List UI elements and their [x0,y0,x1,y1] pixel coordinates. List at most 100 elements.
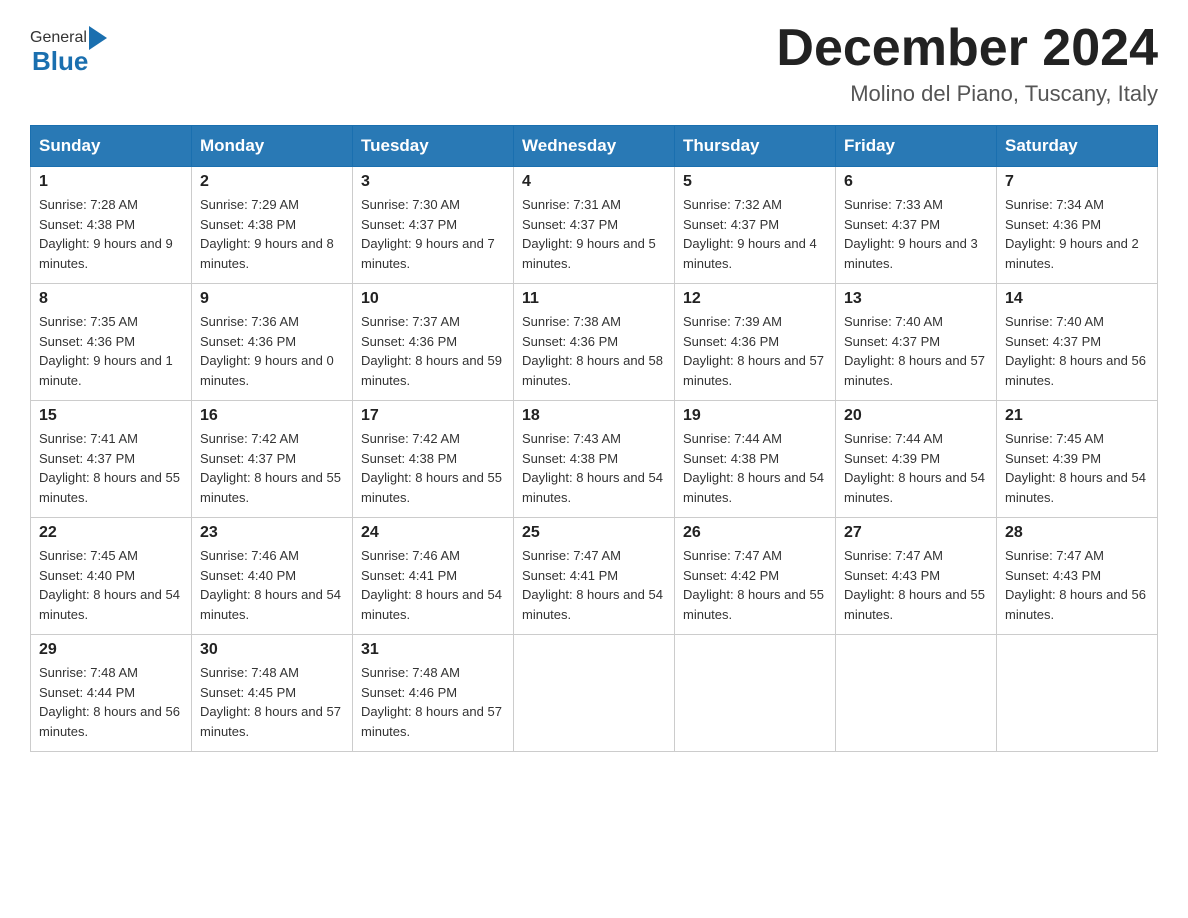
day-info: Sunrise: 7:47 AM Sunset: 4:43 PM Dayligh… [844,546,988,624]
logo-blue-text: Blue [30,46,107,77]
day-number: 9 [200,290,344,308]
calendar-cell: 30 Sunrise: 7:48 AM Sunset: 4:45 PM Dayl… [192,635,353,752]
calendar-week-row: 29 Sunrise: 7:48 AM Sunset: 4:44 PM Dayl… [31,635,1158,752]
col-header-saturday: Saturday [997,126,1158,167]
day-number: 29 [39,641,183,659]
calendar-cell: 4 Sunrise: 7:31 AM Sunset: 4:37 PM Dayli… [514,167,675,284]
calendar-cell: 20 Sunrise: 7:44 AM Sunset: 4:39 PM Dayl… [836,401,997,518]
day-number: 11 [522,290,666,308]
day-number: 24 [361,524,505,542]
day-info: Sunrise: 7:40 AM Sunset: 4:37 PM Dayligh… [844,312,988,390]
day-number: 17 [361,407,505,425]
day-info: Sunrise: 7:28 AM Sunset: 4:38 PM Dayligh… [39,195,183,273]
col-header-friday: Friday [836,126,997,167]
day-number: 8 [39,290,183,308]
calendar-cell: 25 Sunrise: 7:47 AM Sunset: 4:41 PM Dayl… [514,518,675,635]
col-header-tuesday: Tuesday [353,126,514,167]
day-number: 14 [1005,290,1149,308]
day-info: Sunrise: 7:45 AM Sunset: 4:39 PM Dayligh… [1005,429,1149,507]
calendar-week-row: 1 Sunrise: 7:28 AM Sunset: 4:38 PM Dayli… [31,167,1158,284]
day-number: 16 [200,407,344,425]
day-number: 2 [200,173,344,191]
calendar-cell: 5 Sunrise: 7:32 AM Sunset: 4:37 PM Dayli… [675,167,836,284]
day-info: Sunrise: 7:38 AM Sunset: 4:36 PM Dayligh… [522,312,666,390]
day-info: Sunrise: 7:46 AM Sunset: 4:40 PM Dayligh… [200,546,344,624]
calendar-cell: 1 Sunrise: 7:28 AM Sunset: 4:38 PM Dayli… [31,167,192,284]
day-info: Sunrise: 7:47 AM Sunset: 4:42 PM Dayligh… [683,546,827,624]
calendar-subtitle: Molino del Piano, Tuscany, Italy [776,81,1158,107]
col-header-wednesday: Wednesday [514,126,675,167]
day-info: Sunrise: 7:40 AM Sunset: 4:37 PM Dayligh… [1005,312,1149,390]
day-info: Sunrise: 7:34 AM Sunset: 4:36 PM Dayligh… [1005,195,1149,273]
day-info: Sunrise: 7:43 AM Sunset: 4:38 PM Dayligh… [522,429,666,507]
logo-general-text: General [30,29,87,47]
day-info: Sunrise: 7:33 AM Sunset: 4:37 PM Dayligh… [844,195,988,273]
calendar-week-row: 15 Sunrise: 7:41 AM Sunset: 4:37 PM Dayl… [31,401,1158,518]
day-info: Sunrise: 7:35 AM Sunset: 4:36 PM Dayligh… [39,312,183,390]
day-info: Sunrise: 7:42 AM Sunset: 4:38 PM Dayligh… [361,429,505,507]
day-info: Sunrise: 7:48 AM Sunset: 4:44 PM Dayligh… [39,663,183,741]
calendar-cell [514,635,675,752]
calendar-cell: 21 Sunrise: 7:45 AM Sunset: 4:39 PM Dayl… [997,401,1158,518]
calendar-cell: 7 Sunrise: 7:34 AM Sunset: 4:36 PM Dayli… [997,167,1158,284]
calendar-table: SundayMondayTuesdayWednesdayThursdayFrid… [30,125,1158,752]
day-number: 12 [683,290,827,308]
calendar-week-row: 8 Sunrise: 7:35 AM Sunset: 4:36 PM Dayli… [31,284,1158,401]
day-info: Sunrise: 7:31 AM Sunset: 4:37 PM Dayligh… [522,195,666,273]
calendar-cell: 11 Sunrise: 7:38 AM Sunset: 4:36 PM Dayl… [514,284,675,401]
day-info: Sunrise: 7:36 AM Sunset: 4:36 PM Dayligh… [200,312,344,390]
col-header-monday: Monday [192,126,353,167]
calendar-cell [836,635,997,752]
day-info: Sunrise: 7:32 AM Sunset: 4:37 PM Dayligh… [683,195,827,273]
calendar-cell: 14 Sunrise: 7:40 AM Sunset: 4:37 PM Dayl… [997,284,1158,401]
day-info: Sunrise: 7:29 AM Sunset: 4:38 PM Dayligh… [200,195,344,273]
day-number: 4 [522,173,666,191]
day-number: 20 [844,407,988,425]
day-number: 25 [522,524,666,542]
day-info: Sunrise: 7:48 AM Sunset: 4:45 PM Dayligh… [200,663,344,741]
col-header-sunday: Sunday [31,126,192,167]
day-number: 18 [522,407,666,425]
day-number: 6 [844,173,988,191]
calendar-cell: 27 Sunrise: 7:47 AM Sunset: 4:43 PM Dayl… [836,518,997,635]
logo: General Blue [30,20,107,77]
day-number: 21 [1005,407,1149,425]
day-info: Sunrise: 7:47 AM Sunset: 4:41 PM Dayligh… [522,546,666,624]
calendar-cell: 23 Sunrise: 7:46 AM Sunset: 4:40 PM Dayl… [192,518,353,635]
day-number: 13 [844,290,988,308]
day-info: Sunrise: 7:30 AM Sunset: 4:37 PM Dayligh… [361,195,505,273]
calendar-cell: 3 Sunrise: 7:30 AM Sunset: 4:37 PM Dayli… [353,167,514,284]
calendar-cell: 24 Sunrise: 7:46 AM Sunset: 4:41 PM Dayl… [353,518,514,635]
day-info: Sunrise: 7:46 AM Sunset: 4:41 PM Dayligh… [361,546,505,624]
day-info: Sunrise: 7:37 AM Sunset: 4:36 PM Dayligh… [361,312,505,390]
calendar-week-row: 22 Sunrise: 7:45 AM Sunset: 4:40 PM Dayl… [31,518,1158,635]
day-info: Sunrise: 7:39 AM Sunset: 4:36 PM Dayligh… [683,312,827,390]
calendar-cell: 17 Sunrise: 7:42 AM Sunset: 4:38 PM Dayl… [353,401,514,518]
calendar-header-row: SundayMondayTuesdayWednesdayThursdayFrid… [31,126,1158,167]
day-number: 22 [39,524,183,542]
calendar-cell: 28 Sunrise: 7:47 AM Sunset: 4:43 PM Dayl… [997,518,1158,635]
calendar-title-area: December 2024 Molino del Piano, Tuscany,… [776,20,1158,107]
page-header: General Blue December 2024 Molino del Pi… [30,20,1158,107]
calendar-title: December 2024 [776,20,1158,77]
calendar-cell: 22 Sunrise: 7:45 AM Sunset: 4:40 PM Dayl… [31,518,192,635]
calendar-cell [675,635,836,752]
calendar-cell: 15 Sunrise: 7:41 AM Sunset: 4:37 PM Dayl… [31,401,192,518]
day-number: 28 [1005,524,1149,542]
day-info: Sunrise: 7:47 AM Sunset: 4:43 PM Dayligh… [1005,546,1149,624]
day-info: Sunrise: 7:48 AM Sunset: 4:46 PM Dayligh… [361,663,505,741]
day-number: 26 [683,524,827,542]
calendar-cell: 2 Sunrise: 7:29 AM Sunset: 4:38 PM Dayli… [192,167,353,284]
day-number: 30 [200,641,344,659]
calendar-cell: 18 Sunrise: 7:43 AM Sunset: 4:38 PM Dayl… [514,401,675,518]
calendar-cell: 9 Sunrise: 7:36 AM Sunset: 4:36 PM Dayli… [192,284,353,401]
calendar-cell [997,635,1158,752]
calendar-cell: 31 Sunrise: 7:48 AM Sunset: 4:46 PM Dayl… [353,635,514,752]
day-info: Sunrise: 7:41 AM Sunset: 4:37 PM Dayligh… [39,429,183,507]
calendar-cell: 6 Sunrise: 7:33 AM Sunset: 4:37 PM Dayli… [836,167,997,284]
day-number: 15 [39,407,183,425]
day-number: 31 [361,641,505,659]
day-info: Sunrise: 7:45 AM Sunset: 4:40 PM Dayligh… [39,546,183,624]
calendar-cell: 16 Sunrise: 7:42 AM Sunset: 4:37 PM Dayl… [192,401,353,518]
day-number: 19 [683,407,827,425]
